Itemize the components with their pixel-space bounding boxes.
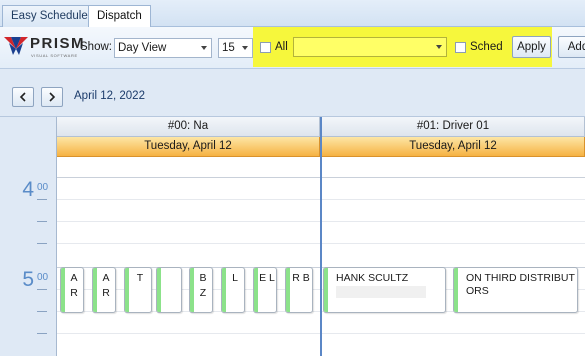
show-label: Show: <box>80 41 112 53</box>
scheduler: 4 00 5 00 #00: Na #01: Driver 01 Tuesday… <box>0 116 585 356</box>
current-date-label: April 12, 2022 <box>74 90 145 102</box>
appointment-card[interactable]: B Z <box>189 267 213 313</box>
status-stripe <box>125 268 129 312</box>
logo-brand-text: PRISM <box>30 35 86 52</box>
appointment-card[interactable]: A R <box>92 267 116 313</box>
day-header-1[interactable]: Tuesday, April 12 <box>322 137 585 157</box>
tab-easy-schedule[interactable]: Easy Schedule <box>2 5 97 27</box>
tab-bar: Easy Schedule Dispatch <box>0 0 585 28</box>
appointment-card[interactable] <box>156 267 182 313</box>
next-day-button[interactable] <box>41 87 63 107</box>
time-tick <box>37 243 47 244</box>
appointment-card[interactable]: A R <box>60 267 84 313</box>
hour-label-5: 5 <box>22 268 34 291</box>
time-tick <box>37 333 47 334</box>
appointment-text: T <box>136 272 144 284</box>
prism-logo: PRISM VISUAL SOFTWARE <box>4 33 84 63</box>
appointment-text: A R <box>102 272 110 299</box>
filter-select[interactable] <box>293 37 447 57</box>
day-header-0[interactable]: Tuesday, April 12 <box>57 137 320 157</box>
view-select-value: Day View <box>118 42 167 54</box>
appointment-text: E L <box>259 272 275 284</box>
appointment-text: A R <box>70 272 78 299</box>
logo-tagline: VISUAL SOFTWARE <box>31 53 78 58</box>
appointment-card[interactable]: L <box>221 267 245 313</box>
status-stripe <box>454 268 458 312</box>
sched-label: Sched <box>470 41 503 53</box>
status-stripe <box>222 268 226 312</box>
chevron-left-icon <box>19 92 26 102</box>
time-tick <box>37 311 47 312</box>
appointment-card[interactable]: T <box>124 267 152 313</box>
date-navigation: April 12, 2022 <box>0 69 585 116</box>
appointment-text: L <box>232 272 238 284</box>
status-stripe <box>190 268 194 312</box>
time-ruler: 4 00 5 00 <box>0 117 57 356</box>
status-stripe <box>61 268 65 312</box>
appointment-text: HANK SCULTZ <box>336 272 409 284</box>
chevron-down-icon <box>242 46 248 50</box>
resource-header-1[interactable]: #01: Driver 01 <box>322 117 585 137</box>
appointment-card[interactable]: R B <box>285 267 313 313</box>
all-label: All <box>275 41 288 53</box>
chevron-right-icon <box>49 92 56 102</box>
time-tick <box>37 221 47 222</box>
filter-highlight-area: All Sched Apply <box>253 27 552 67</box>
chevron-down-icon <box>436 45 442 49</box>
status-stripe <box>324 268 328 312</box>
time-tick <box>37 199 47 200</box>
appointment-card[interactable]: E L <box>253 267 277 313</box>
interval-select-value: 15 <box>222 42 235 54</box>
resource-divider <box>320 117 322 356</box>
status-stripe <box>254 268 258 312</box>
chevron-down-icon <box>201 46 207 50</box>
status-stripe <box>157 268 161 312</box>
appointment-text: B Z <box>199 272 207 299</box>
previous-day-button[interactable] <box>12 87 34 107</box>
hour-minutes-5: 00 <box>37 272 49 283</box>
toolbar: PRISM VISUAL SOFTWARE Show: Day View 15 … <box>0 27 585 69</box>
view-select[interactable]: Day View <box>114 38 212 58</box>
appointment-text: ON THIRD DISTRIBUTORS <box>466 272 575 297</box>
interval-select[interactable]: 15 <box>218 38 253 58</box>
tab-dispatch[interactable]: Dispatch <box>88 5 151 28</box>
resource-header-0[interactable]: #00: Na <box>57 117 320 137</box>
appointment-card[interactable]: HANK SCULTZ <box>323 267 446 313</box>
appointment-card[interactable]: ON THIRD DISTRIBUTORS <box>453 267 578 313</box>
status-stripe <box>286 268 290 312</box>
apply-button[interactable]: Apply <box>512 36 551 58</box>
prism-logo-icon <box>4 37 28 55</box>
status-stripe <box>93 268 97 312</box>
appointment-detail-placeholder <box>336 286 426 298</box>
appointment-text: R B <box>292 272 310 284</box>
all-checkbox[interactable] <box>260 42 271 53</box>
add-button[interactable]: Add <box>558 36 585 58</box>
time-tick <box>37 289 47 290</box>
hour-label-4: 4 <box>22 178 34 201</box>
sched-checkbox[interactable] <box>455 42 466 53</box>
hour-minutes-4: 00 <box>37 182 49 193</box>
